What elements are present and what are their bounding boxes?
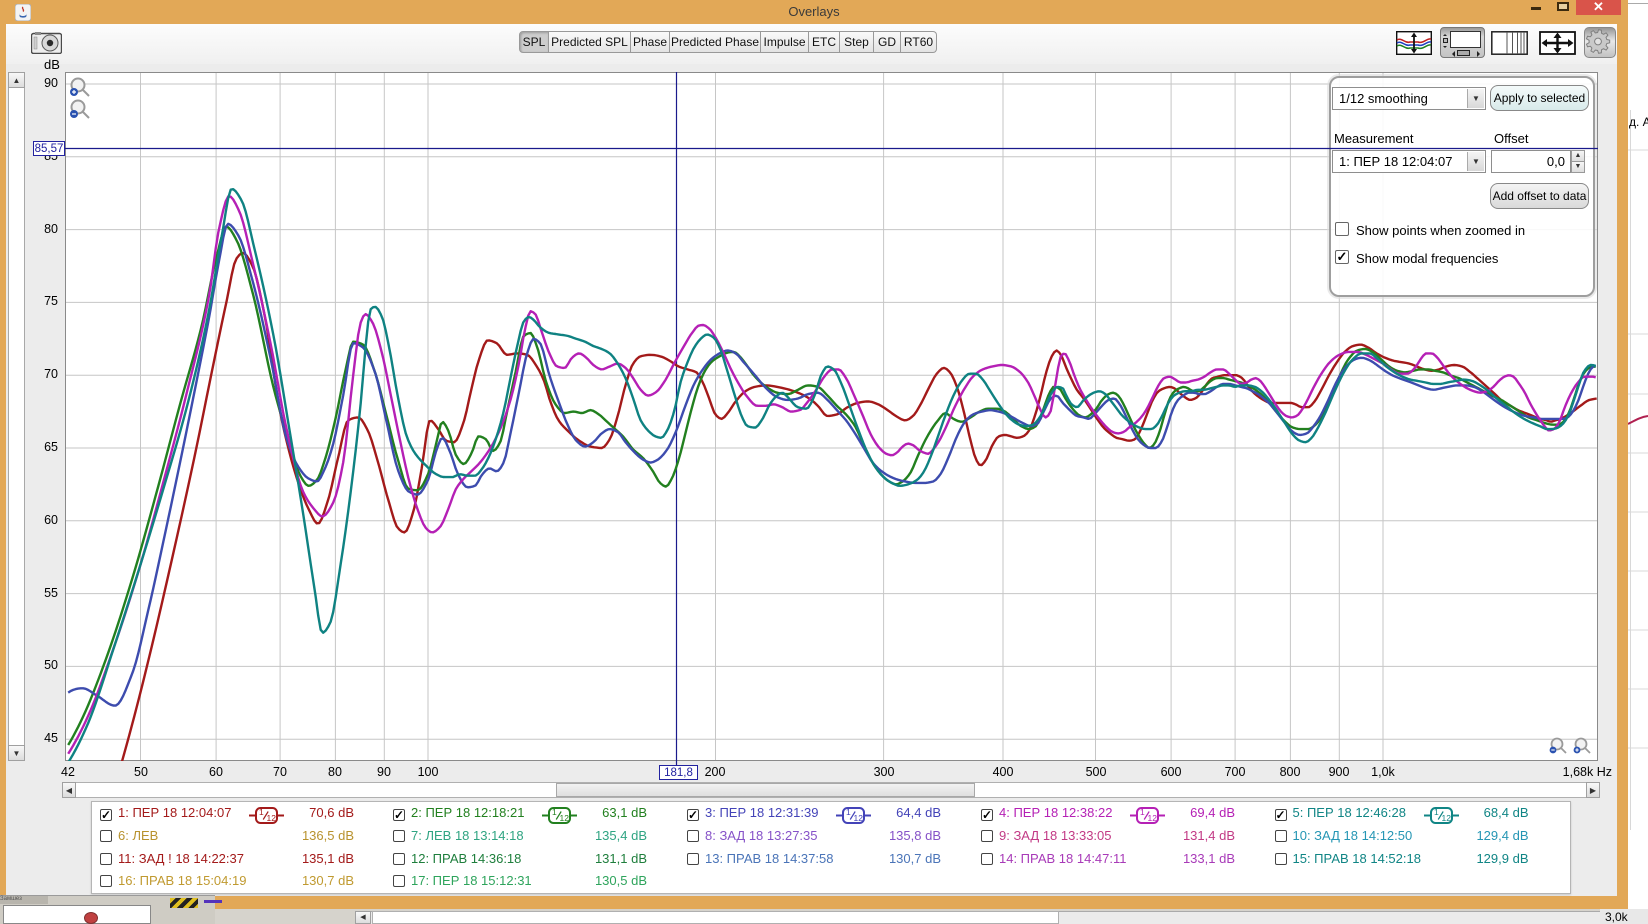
svg-text:1: 1 xyxy=(846,807,851,817)
svg-text:1: 1 xyxy=(259,807,264,817)
svg-text:12: 12 xyxy=(560,813,570,823)
svg-text:12: 12 xyxy=(1148,813,1158,823)
svg-text:12: 12 xyxy=(854,813,864,823)
svg-text:д. Ах: д. Ах xyxy=(1629,115,1648,129)
svg-text:1: 1 xyxy=(1140,807,1145,817)
svg-text:1: 1 xyxy=(1434,807,1439,817)
svg-text:12: 12 xyxy=(267,813,277,823)
svg-text:1: 1 xyxy=(552,807,557,817)
svg-text:12: 12 xyxy=(1441,813,1451,823)
